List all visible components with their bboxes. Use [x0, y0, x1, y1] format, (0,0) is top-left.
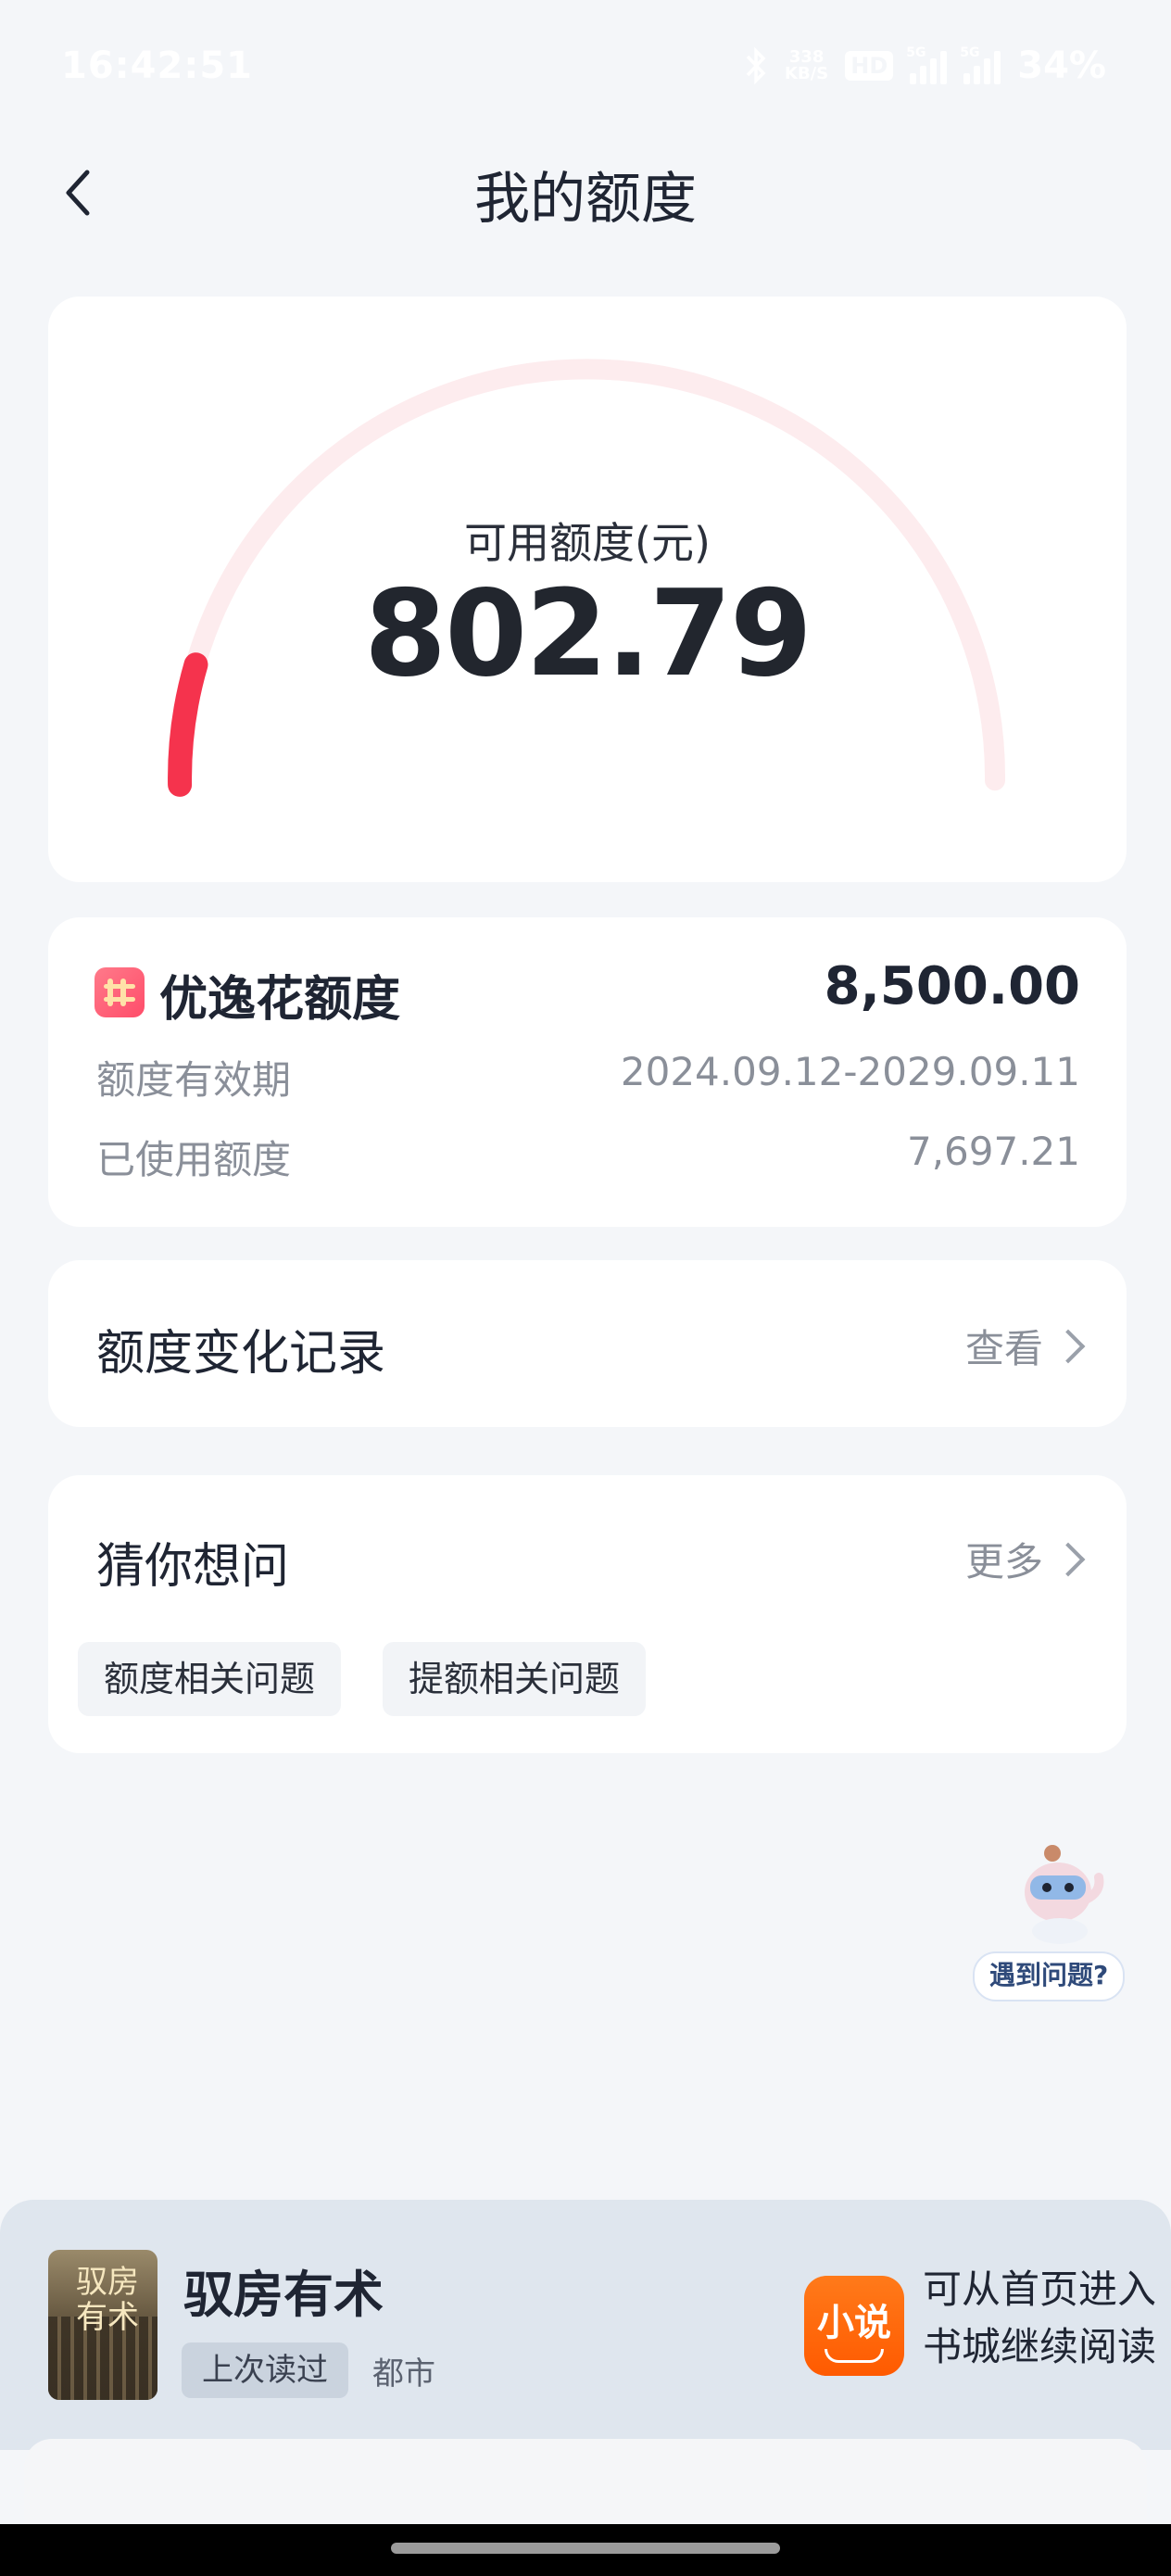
- tip-line-1: 可从首页进入: [923, 2267, 1157, 2312]
- view-history-label: 查看: [964, 1326, 1043, 1371]
- faq-chip-increase[interactable]: 提额相关问题: [383, 1642, 647, 1716]
- page-title: 我的额度: [474, 167, 697, 232]
- validity-label: 额度有效期: [96, 1057, 292, 1103]
- signal-label: 5G: [906, 45, 926, 60]
- faq-more-label: 更多: [964, 1539, 1043, 1585]
- signal-icon: 5G: [906, 45, 948, 84]
- used-quota-label: 已使用额度: [96, 1137, 292, 1182]
- book-cover[interactable]: 驭房有术: [48, 2250, 157, 2400]
- novel-app-logo[interactable]: 小说: [804, 2276, 904, 2376]
- help-bubble: 遇到问题?: [973, 1951, 1126, 2001]
- faq-card: 猜你想问 更多 额度相关问题 提额相关问题: [48, 1475, 1127, 1753]
- quota-total: 8,500.00: [824, 956, 1080, 1017]
- quota-history-row[interactable]: 额度变化记录 查看: [48, 1260, 1127, 1427]
- used-quota-value: 7,697.21: [906, 1129, 1080, 1174]
- signal-icon-2: 5G: [960, 45, 1001, 84]
- network-speed: 338 KB/S: [785, 49, 828, 82]
- view-history-link[interactable]: 查看: [964, 1318, 1086, 1374]
- status-bar: 16:42:51 338 KB/S HD 5G 5G 34%: [0, 0, 1171, 139]
- faq-more-link[interactable]: 更多: [964, 1531, 1086, 1587]
- tip-line-2: 书城继续阅读: [923, 2324, 1157, 2369]
- signal-label-2: 5G: [960, 45, 980, 60]
- net-speed-unit: KB/S: [785, 64, 829, 83]
- continue-reading-tip: 可从首页进入 书城继续阅读: [923, 2261, 1156, 2376]
- status-icons: 338 KB/S HD 5G 5G 34%: [744, 44, 1106, 87]
- available-credit-value: 802.79: [364, 565, 812, 703]
- status-time: 16:42:51: [61, 44, 253, 87]
- book-genre: 都市: [372, 2355, 435, 2393]
- validity-value: 2024.09.12-2029.09.11: [620, 1049, 1080, 1094]
- chevron-right-icon: [1051, 1329, 1086, 1363]
- book-cover-text: 驭房有术: [76, 2264, 139, 2336]
- assistant-mascot-icon: [1025, 1845, 1104, 1944]
- faq-chip-quota[interactable]: 额度相关问题: [78, 1642, 342, 1716]
- quota-detail-card: 优逸花额度 8,500.00 额度有效期 2024.09.12-2029.09.…: [48, 917, 1127, 1227]
- quota-history-title: 额度变化记录: [96, 1326, 386, 1382]
- bluetooth-icon: [746, 46, 766, 85]
- available-credit-label: 可用额度(元): [464, 518, 711, 568]
- battery-level: 34%: [1017, 44, 1106, 87]
- nav-bar: 我的额度: [0, 139, 1171, 241]
- novel-app-name: 小说: [817, 2302, 891, 2344]
- book-title[interactable]: 驭房有术: [183, 2254, 384, 2327]
- available-credit-card: 可用额度(元) 802.79: [48, 297, 1127, 882]
- faq-title: 猜你想问: [96, 1539, 290, 1595]
- home-indicator[interactable]: [391, 2543, 780, 2554]
- hd-badge: HD: [845, 51, 894, 81]
- youyihua-logo-icon: [94, 967, 145, 1017]
- last-read-badge: 上次读过: [182, 2342, 348, 2398]
- quota-name: 优逸花额度: [159, 972, 401, 1028]
- continue-reading-panel: 驭房有术 驭房有术 上次读过 都市 小说 可从首页进入 书城继续阅读: [0, 2200, 1171, 2450]
- open-book-icon: [825, 2349, 884, 2363]
- help-assistant-button[interactable]: 遇到问题?: [973, 1844, 1140, 2001]
- chevron-right-icon: [1051, 1542, 1086, 1576]
